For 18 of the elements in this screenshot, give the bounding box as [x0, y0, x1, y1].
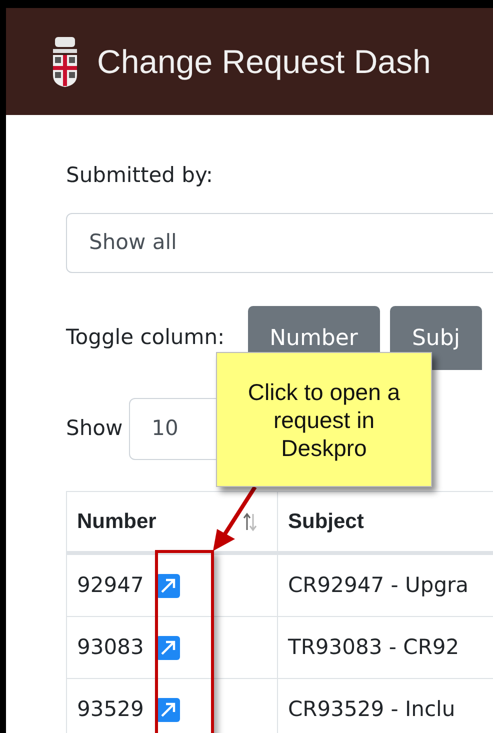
page-title: Change Request Dash: [97, 42, 431, 82]
table-cell-text: 93083: [77, 634, 144, 661]
table-cell-text: 93529: [77, 696, 144, 723]
filter-label: Submitted by:: [66, 162, 213, 189]
callout-text: Click to open a request in Deskpro: [246, 378, 402, 462]
sort-icon[interactable]: [243, 512, 257, 532]
submitted-by-select[interactable]: Show all: [66, 213, 493, 273]
show-label: Show: [66, 415, 123, 442]
table-cell-text: 92947: [77, 572, 144, 599]
arrow: [213, 486, 257, 551]
table-cell-text: CR93529 - Inclu: [287, 696, 456, 723]
column-title: Subject: [288, 508, 364, 535]
table-cell-text: CR92947 - Upgra: [287, 572, 470, 599]
column-header[interactable]: Subject: [278, 492, 493, 551]
table-cell-text: TR93083 - CR92: [287, 634, 460, 661]
toggle-label: Toggle column:: [66, 324, 225, 352]
column-title: Number: [77, 508, 156, 535]
shield-logo-icon: [51, 36, 79, 86]
